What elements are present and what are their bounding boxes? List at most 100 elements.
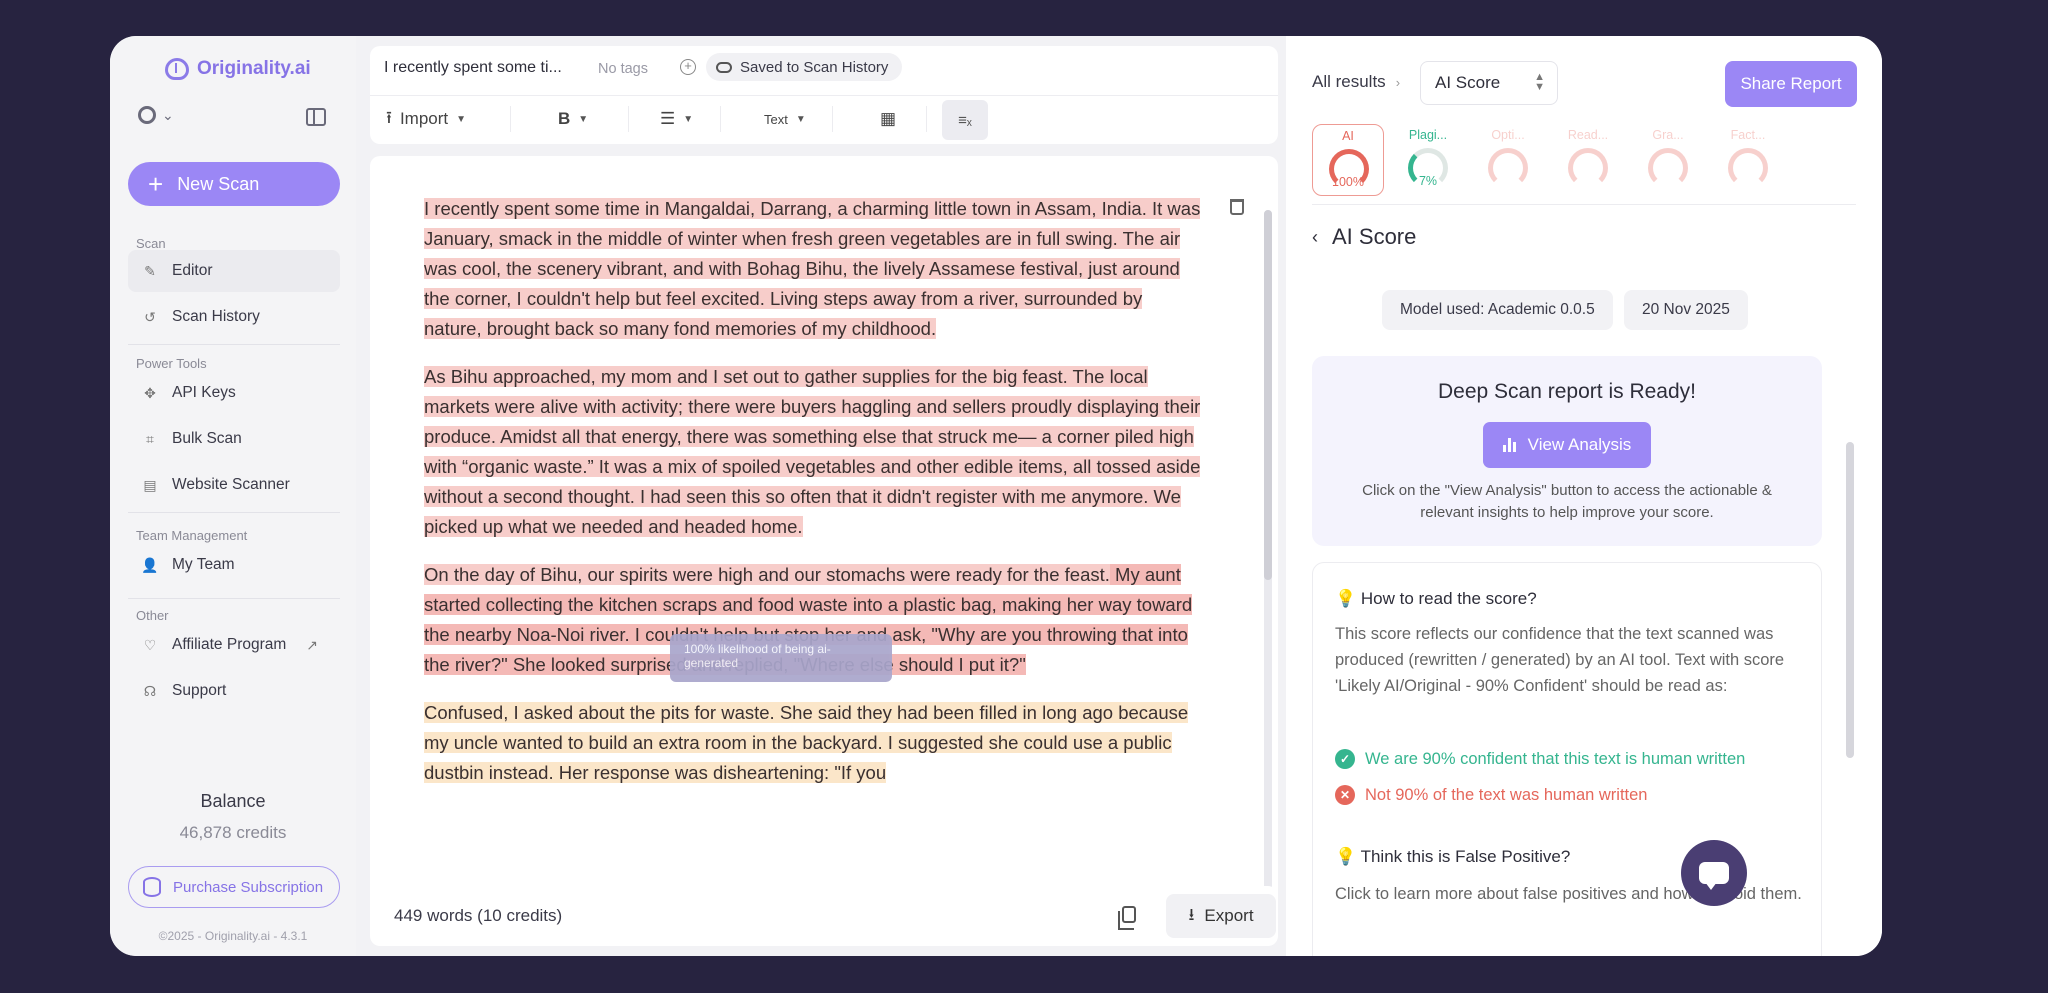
formatting-row: ⭱ Import ▼ B ▼ ☰ ▼ Text ▼ ▦ ≡ₓ xyxy=(370,95,1278,141)
chevron-left-icon[interactable]: ‹ xyxy=(1312,227,1318,248)
divider xyxy=(1312,204,1856,205)
sidebar-item-api-keys[interactable]: ✥ API Keys xyxy=(128,372,340,414)
settings-menu[interactable]: ⌄ xyxy=(138,106,174,124)
new-scan-label: New Scan xyxy=(177,173,260,194)
sidebar-item-label: Scan History xyxy=(172,308,260,325)
copy-icon[interactable] xyxy=(1118,906,1136,930)
bold-button[interactable]: B ▼ xyxy=(558,96,588,142)
results-scrollbar[interactable] xyxy=(1846,252,1854,956)
gauge-tab[interactable]: Fact... xyxy=(1712,124,1784,196)
results-panel: All results › AI Score ▲ ▼ Share Report A… xyxy=(1286,36,1882,956)
gauge-label: Opti... xyxy=(1491,128,1525,142)
chat-support-button[interactable] xyxy=(1681,840,1747,906)
sidebar-item-scan-history[interactable]: ↺ Scan History xyxy=(128,296,340,338)
export-button[interactable]: ⭳ Export xyxy=(1166,894,1276,938)
sidebar-item-label: My Team xyxy=(172,556,235,573)
no-tags-label: No tags xyxy=(598,61,648,77)
document-text[interactable]: I recently spent some time in Mangaldai,… xyxy=(424,194,1204,806)
sidebar-item-label: Editor xyxy=(172,262,213,279)
not-human-row: ✕ Not 90% of the text was human written xyxy=(1335,785,1647,805)
editor-footer: 449 words (10 credits) ⭳ Export xyxy=(370,886,1278,946)
gauge-arc xyxy=(1488,148,1528,188)
document-title[interactable]: I recently spent some ti... xyxy=(384,59,562,77)
sidebar-item-support[interactable]: ☊ Support xyxy=(128,670,340,712)
brand-name: Originality.ai xyxy=(197,58,311,79)
text-style-button[interactable]: Text ▼ xyxy=(764,96,806,142)
import-button[interactable]: ⭱ Import ▼ xyxy=(386,96,466,142)
align-button[interactable]: ☰ ▼ xyxy=(660,96,693,142)
result-type-select[interactable]: AI Score ▲ ▼ xyxy=(1420,61,1558,105)
new-scan-button[interactable]: + New Scan xyxy=(128,162,340,206)
share-report-button[interactable]: Share Report xyxy=(1725,61,1857,107)
section-label-power-tools: Power Tools xyxy=(136,356,207,371)
x-circle-icon: ✕ xyxy=(1335,785,1355,805)
ai-likelihood-tooltip: 100% likelihood of being ai-generated xyxy=(670,634,892,682)
gauge-arc xyxy=(1648,148,1688,188)
add-user-icon: 👤 xyxy=(141,556,159,573)
gauge-arc xyxy=(1568,148,1608,188)
scan-frame-icon: ⌗ xyxy=(146,430,154,447)
section-title: AI Score xyxy=(1332,224,1417,249)
toolbar-separator xyxy=(926,106,927,132)
caret-down-icon: ▼ xyxy=(795,113,806,125)
result-type-value: AI Score xyxy=(1435,73,1501,92)
false-positive-title-text: Think this is False Positive? xyxy=(1360,847,1571,866)
sidebar-item-affiliate-program[interactable]: ♡ Affiliate Program ↗ xyxy=(128,624,340,666)
balance-title: Balance xyxy=(200,791,266,811)
add-tag-icon[interactable]: + xyxy=(680,59,696,75)
section-label-other: Other xyxy=(136,608,169,623)
deep-scan-title: Deep Scan report is Ready! xyxy=(1438,380,1696,403)
scrollbar-thumb[interactable] xyxy=(1846,442,1854,758)
app-window: Originality.ai ⌄ + New Scan Scan ✎ Edito… xyxy=(110,36,1882,956)
how-to-read-card: 💡 How to read the score? This score refl… xyxy=(1312,562,1822,956)
gauge-tab[interactable]: Plagi... 7% xyxy=(1392,124,1464,196)
paragraph: As Bihu approached, my mom and I set out… xyxy=(424,362,1204,542)
gauge-tab[interactable]: Gra... xyxy=(1632,124,1704,196)
how-to-read-title-text: How to read the score? xyxy=(1360,589,1537,608)
website-icon: ▤ xyxy=(143,476,157,493)
gauge-tab[interactable]: Opti... xyxy=(1472,124,1544,196)
collapse-sidebar-icon[interactable] xyxy=(306,108,326,126)
document-area[interactable]: I recently spent some time in Mangaldai,… xyxy=(370,156,1278,910)
gauge-tab[interactable]: Read... xyxy=(1552,124,1624,196)
scrollbar-thumb[interactable] xyxy=(1264,210,1272,580)
ai-score-header[interactable]: ‹ AI Score xyxy=(1312,224,1416,250)
toolbar-separator xyxy=(720,106,721,132)
copyright: ©2025 - Originality.ai - 4.3.1 xyxy=(158,929,308,943)
cloud-icon xyxy=(716,61,732,73)
view-analysis-button[interactable]: View Analysis xyxy=(1483,422,1651,468)
confident-human-row: ✓ We are 90% confident that this text is… xyxy=(1335,749,1745,769)
gauge-label: Read... xyxy=(1567,128,1609,142)
history-icon: ↺ xyxy=(144,308,156,325)
export-label: Export xyxy=(1204,906,1254,925)
gauge-tab[interactable]: AI 100% xyxy=(1312,124,1384,196)
trash-icon[interactable] xyxy=(1230,199,1244,215)
section-label-team: Team Management xyxy=(136,528,248,543)
gauge-value: 7% xyxy=(1418,174,1438,188)
sidebar-item-website-scanner[interactable]: ▤ Website Scanner xyxy=(128,464,340,506)
highlighted-text[interactable]: On the day of Bihu, our spirits were hig… xyxy=(424,564,1110,585)
clear-format-button[interactable]: ≡ₓ xyxy=(942,100,988,140)
sidebar-item-my-team[interactable]: 👤 My Team xyxy=(128,544,340,586)
highlighted-text[interactable]: Confused, I asked about the pits for was… xyxy=(424,702,1189,783)
clear-format-icon: ≡ₓ xyxy=(958,111,972,129)
highlighted-text[interactable]: As Bihu approached, my mom and I set out… xyxy=(424,366,1201,537)
sidebar-item-bulk-scan[interactable]: ⌗ Bulk Scan xyxy=(128,418,340,460)
gauge-label: AI xyxy=(1342,129,1354,143)
breadcrumb-all-results[interactable]: All results xyxy=(1312,72,1386,92)
breadcrumb: All results › xyxy=(1312,72,1400,92)
align-left-icon: ☰ xyxy=(660,109,676,128)
check-circle-icon: ✓ xyxy=(1335,749,1355,769)
gauge-label: Fact... xyxy=(1730,128,1766,142)
purchase-subscription-button[interactable]: Purchase Subscription xyxy=(128,866,340,908)
highlighted-text[interactable]: I recently spent some time in Mangaldai,… xyxy=(424,198,1201,339)
brand-logo[interactable]: Originality.ai xyxy=(165,54,311,84)
sidebar-item-editor[interactable]: ✎ Editor xyxy=(128,250,340,292)
caret-down-icon: ▼ xyxy=(683,113,694,125)
calendar-button[interactable]: ▦ xyxy=(880,96,896,142)
gauge-label: Gra... xyxy=(1652,128,1684,142)
gear-icon xyxy=(138,106,156,124)
chat-bubble-icon xyxy=(1699,862,1729,890)
toolbar-separator xyxy=(832,106,833,132)
document-scrollbar[interactable] xyxy=(1264,210,1272,900)
